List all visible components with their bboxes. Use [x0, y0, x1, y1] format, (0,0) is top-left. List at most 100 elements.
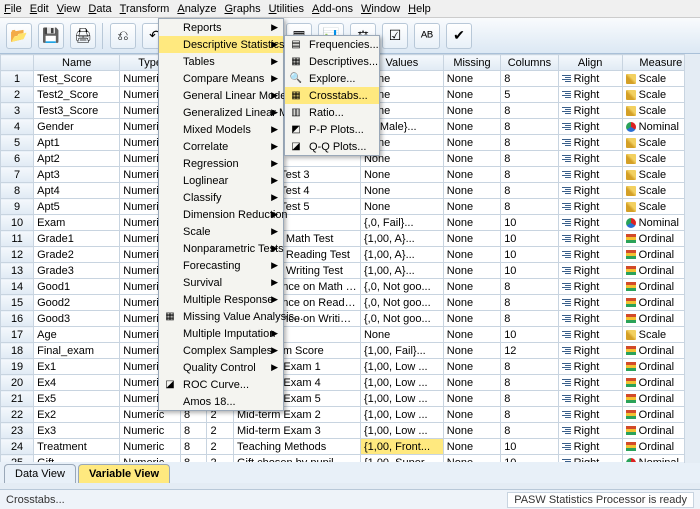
var-row-Good2[interactable]: 15Good2NumericPerformance on Readin...{,…	[1, 295, 700, 311]
menu-item-scale[interactable]: Scale▶	[159, 223, 283, 240]
select-icon[interactable]: ☑	[382, 23, 408, 49]
ordinal-icon	[626, 410, 636, 419]
menu-view[interactable]: View	[57, 3, 81, 15]
var-row-Good3[interactable]: 16Good3NumericPerformance on Writing...{…	[1, 311, 700, 327]
menu-transform[interactable]: Transform	[120, 3, 170, 15]
ordinal-icon	[626, 314, 636, 323]
menu-item-icon: ◩	[288, 123, 304, 137]
menu-item-nonparametric-tests[interactable]: Nonparametric Tests▶	[159, 240, 283, 257]
var-row-Ex4[interactable]: 20Ex4NumericMid-term Exam 4{1,00, Low ..…	[1, 375, 700, 391]
submenu-arrow-icon: ▶	[271, 73, 278, 84]
menu-item-complex-samples[interactable]: Complex Samples▶	[159, 342, 283, 359]
submenu-arrow-icon: ▶	[271, 141, 278, 152]
menu-item-loglinear[interactable]: Loglinear▶	[159, 172, 283, 189]
menu-graphs[interactable]: Graphs	[224, 3, 260, 15]
scale-icon	[626, 138, 636, 148]
align-right-icon	[562, 346, 571, 355]
menu-item-multiple-response[interactable]: Multiple Response▶	[159, 291, 283, 308]
menu-item-compare-means[interactable]: Compare Means▶	[159, 70, 283, 87]
tab-data-view[interactable]: Data View	[4, 464, 76, 483]
submenu-arrow-icon: ▶	[271, 277, 278, 288]
scale-icon	[626, 186, 636, 196]
open-icon[interactable]: 📂	[6, 23, 32, 49]
submenu-item-descriptives[interactable]: ▦Descriptives...	[285, 53, 379, 70]
align-right-icon	[562, 90, 571, 99]
col-header-Columns[interactable]: Columns	[501, 55, 558, 71]
align-right-icon	[562, 362, 571, 371]
menu-item-survival[interactable]: Survival▶	[159, 274, 283, 291]
var-row-Grade2[interactable]: 12Grade2NumericGrade on Reading Test{1,0…	[1, 247, 700, 263]
scale-icon	[626, 74, 636, 84]
align-right-icon	[562, 122, 571, 131]
ordinal-icon	[626, 266, 636, 275]
recall-icon[interactable]: ⎌	[110, 23, 136, 49]
var-row-Final_exam[interactable]: 18Final_examNumericFinal Exam Score{1,00…	[1, 343, 700, 359]
scale-icon	[626, 202, 636, 212]
scale-icon	[626, 170, 636, 180]
menu-help[interactable]: Help	[408, 3, 431, 15]
var-row-Ex3[interactable]: 23Ex3Numeric82Mid-term Exam 3{1,00, Low …	[1, 423, 700, 439]
menu-item-general-linear-model[interactable]: General Linear Model▶	[159, 87, 283, 104]
col-header-Missing[interactable]: Missing	[443, 55, 500, 71]
menu-item-regression[interactable]: Regression▶	[159, 155, 283, 172]
submenu-item-frequencies[interactable]: ▤Frequencies...	[285, 36, 379, 53]
menu-item-missing-value-analysis[interactable]: ▦Missing Value Analysis...	[159, 308, 283, 325]
submenu-item-explore[interactable]: 🔍Explore...	[285, 70, 379, 87]
menu-edit[interactable]: Edit	[30, 3, 49, 15]
var-row-Ex1[interactable]: 19Ex1NumericMid-term Exam 1{1,00, Low ..…	[1, 359, 700, 375]
menu-item-dimension-reduction[interactable]: Dimension Reduction▶	[159, 206, 283, 223]
spell-icon[interactable]: ✔	[446, 23, 472, 49]
var-row-Grade3[interactable]: 13Grade3NumericGrade on Writing Test{1,0…	[1, 263, 700, 279]
tab-variable-view[interactable]: Variable View	[78, 464, 170, 483]
menu-item-tables[interactable]: Tables▶	[159, 53, 283, 70]
submenu-item-ratio[interactable]: ▥Ratio...	[285, 104, 379, 121]
var-row-Treatment[interactable]: 24TreatmentNumeric82Teaching Methods{1,0…	[1, 439, 700, 455]
align-right-icon	[562, 138, 571, 147]
align-right-icon	[562, 378, 571, 387]
ordinal-icon	[626, 250, 636, 259]
submenu-arrow-icon: ▶	[271, 56, 278, 67]
menu-item-mixed-models[interactable]: Mixed Models▶	[159, 121, 283, 138]
align-right-icon	[562, 410, 571, 419]
print-icon[interactable]: 🖨	[70, 23, 96, 49]
var-row-Apt5[interactable]: 9Apt5NumericAptitude Test 5NoneNone8Righ…	[1, 199, 700, 215]
menu-file[interactable]: File	[4, 3, 22, 15]
menu-item-quality-control[interactable]: Quality Control▶	[159, 359, 283, 376]
var-row-Ex5[interactable]: 21Ex5Numeric82Mid-term Exam 5{1,00, Low …	[1, 391, 700, 407]
menu-data[interactable]: Data	[88, 3, 111, 15]
menu-item-classify[interactable]: Classify▶	[159, 189, 283, 206]
menu-item-multiple-imputation[interactable]: Multiple Imputation▶	[159, 325, 283, 342]
submenu-item-q-q-plots[interactable]: ◪Q-Q Plots...	[285, 138, 379, 155]
var-row-Age[interactable]: 17AgeNumericAgeNoneNone10RightScale	[1, 327, 700, 343]
submenu-item-crosstabs[interactable]: ▦Crosstabs...	[285, 87, 379, 104]
var-row-Ex2[interactable]: 22Ex2Numeric82Mid-term Exam 2{1,00, Low …	[1, 407, 700, 423]
var-row-Good1[interactable]: 14Good1NumericPerformance on Math T...{,…	[1, 279, 700, 295]
align-right-icon	[562, 250, 571, 259]
vertical-scrollbar[interactable]	[684, 54, 700, 463]
menu-item-correlate[interactable]: Correlate▶	[159, 138, 283, 155]
save-icon[interactable]: 💾	[38, 23, 64, 49]
menu-item-roc-curve[interactable]: ◪ROC Curve...	[159, 376, 283, 393]
var-row-Apt3[interactable]: 7Apt3NumericAptitude Test 3NoneNone8Righ…	[1, 167, 700, 183]
menu-item-amos-18[interactable]: Amos 18...	[159, 393, 283, 410]
var-row-Gift[interactable]: 25GiftNumeric82Gift chosen by pupil{1,00…	[1, 455, 700, 463]
menu-item-descriptive-statistics[interactable]: Descriptive Statistics▶	[159, 36, 283, 53]
ordinal-icon	[626, 394, 636, 403]
value-labels-icon[interactable]: ᴬᴮ	[414, 23, 440, 49]
menu-analyze[interactable]: Analyze	[177, 3, 216, 15]
submenu-item-p-p-plots[interactable]: ◩P-P Plots...	[285, 121, 379, 138]
menu-item-forecasting[interactable]: Forecasting▶	[159, 257, 283, 274]
col-header-row[interactable]	[1, 55, 34, 71]
col-header-Align[interactable]: Align	[558, 55, 622, 71]
var-row-Exam[interactable]: 10ExamNumericExam{,0, Fail}...None10Righ…	[1, 215, 700, 231]
menu-window[interactable]: Window	[361, 3, 400, 15]
align-right-icon	[562, 330, 571, 339]
menu-add-ons[interactable]: Add-ons	[312, 3, 353, 15]
menu-item-reports[interactable]: Reports▶	[159, 19, 283, 36]
col-header-Name[interactable]: Name	[34, 55, 120, 71]
var-row-Grade1[interactable]: 11Grade1NumericGrade on Math Test{1,00, …	[1, 231, 700, 247]
var-row-Apt4[interactable]: 8Apt4NumericAptitude Test 4NoneNone8Righ…	[1, 183, 700, 199]
menu-utilities[interactable]: Utilities	[269, 3, 304, 15]
align-right-icon	[562, 218, 571, 227]
menu-item-generalized-linear-models[interactable]: Generalized Linear Models▶	[159, 104, 283, 121]
